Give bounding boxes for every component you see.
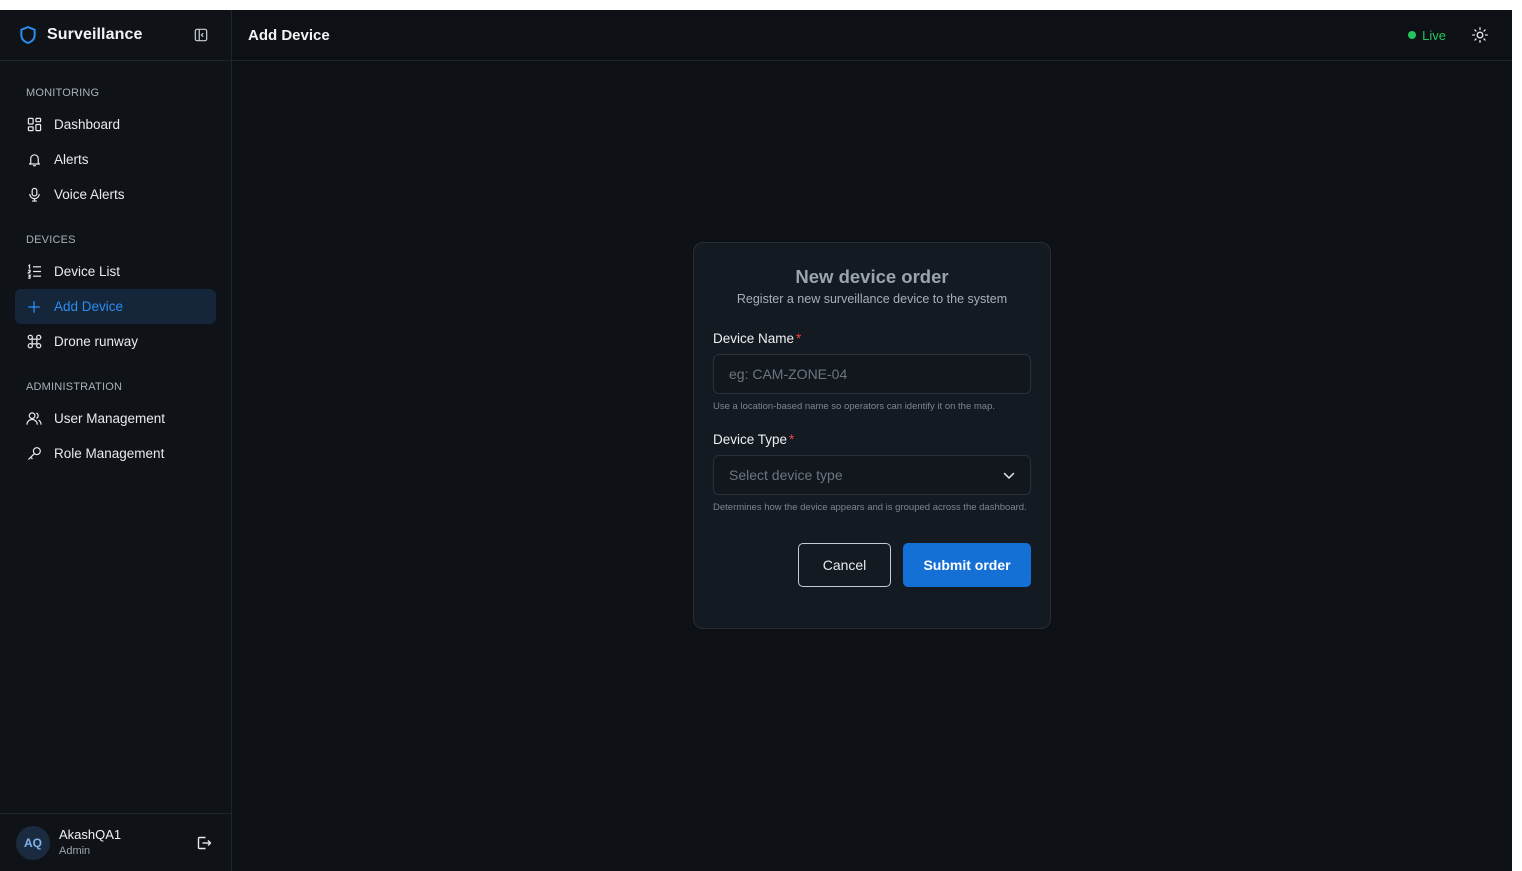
user-profile: AQ AkashQA1 Admin <box>0 813 231 871</box>
key-icon <box>26 446 42 462</box>
device-type-select[interactable]: Select device type <box>713 455 1031 495</box>
users-icon <box>26 411 42 427</box>
bell-icon <box>26 152 42 168</box>
sidebar-item-label: Role Management <box>54 446 165 461</box>
sidebar-item-device-list[interactable]: Device List <box>15 254 216 289</box>
device-type-label-text: Device Type <box>713 432 788 447</box>
sidebar-item-label: Voice Alerts <box>54 187 125 202</box>
form-actions: Cancel Submit order <box>713 543 1031 587</box>
chevron-down-icon <box>1003 467 1015 483</box>
drone-icon <box>26 334 42 350</box>
plus-icon <box>26 299 42 315</box>
form-title: New device order <box>795 266 949 287</box>
app-window: Surveillance MONITORING Dashboard Alerts <box>0 10 1512 871</box>
sidebar-collapse-icon[interactable] <box>192 26 210 44</box>
sun-theme-toggle-icon[interactable] <box>1470 25 1490 45</box>
device-name-input[interactable]: eg: CAM-ZONE-04 <box>713 354 1031 394</box>
required-marker: * <box>796 331 802 346</box>
main-area: Add Device Live New device order Registe… <box>232 10 1512 871</box>
form-subtitle: Register a new surveillance device to th… <box>736 292 1008 306</box>
sidebar-item-label: Alerts <box>54 152 89 167</box>
user-name: AkashQA1 <box>59 826 122 842</box>
sidebar-item-label: User Management <box>54 411 166 426</box>
top-bar: Add Device Live <box>232 10 1512 61</box>
device-name-placeholder: eg: CAM-ZONE-04 <box>729 366 848 382</box>
content-area: New device order Register a new surveill… <box>232 61 1512 871</box>
section-label-devices: DEVICES <box>26 234 76 246</box>
user-role: Admin <box>59 844 91 857</box>
sidebar-item-label: Dashboard <box>54 117 121 132</box>
list-icon <box>26 264 42 280</box>
sidebar-item-voice-alerts[interactable]: Voice Alerts <box>15 177 216 212</box>
dashboard-icon <box>26 117 42 133</box>
section-label-monitoring: MONITORING <box>26 87 100 99</box>
sidebar-item-alerts[interactable]: Alerts <box>15 142 216 177</box>
device-name-hint: Use a location-based name so operators c… <box>713 401 995 412</box>
device-type-hint: Determines how the device appears and is… <box>713 502 1027 513</box>
sidebar-nav: MONITORING Dashboard Alerts Voice Alerts <box>0 61 231 813</box>
device-name-label: Device Name * <box>713 330 1031 348</box>
sidebar-item-drone-runway[interactable]: Drone runway <box>15 324 216 359</box>
submit-order-button[interactable]: Submit order <box>903 543 1031 587</box>
sidebar-header: Surveillance <box>0 10 231 61</box>
status-dot-icon <box>1408 31 1417 39</box>
sidebar-item-user-management[interactable]: User Management <box>15 401 216 436</box>
microphone-icon <box>26 187 42 203</box>
device-type-placeholder: Select device type <box>729 467 843 483</box>
sidebar: Surveillance MONITORING Dashboard Alerts <box>0 10 232 871</box>
cancel-button[interactable]: Cancel <box>798 543 891 587</box>
required-marker: * <box>789 432 795 447</box>
section-label-administration: ADMINISTRATION <box>26 381 123 393</box>
live-status-label: Live <box>1422 27 1446 43</box>
sidebar-item-label: Drone runway <box>54 334 139 349</box>
user-info: AkashQA1 Admin <box>59 827 195 859</box>
app-title: Surveillance <box>47 26 143 43</box>
sidebar-item-dashboard[interactable]: Dashboard <box>15 107 216 142</box>
sidebar-item-add-device[interactable]: Add Device <box>15 289 216 324</box>
live-status-badge: Live <box>1408 28 1446 43</box>
sidebar-item-label: Add Device <box>54 299 124 314</box>
device-name-label-text: Device Name <box>713 331 795 346</box>
logout-icon[interactable] <box>195 834 213 852</box>
shield-logo-icon <box>17 24 39 46</box>
page-title: Add Device <box>248 26 330 44</box>
sidebar-item-label: Device List <box>54 264 121 279</box>
device-type-label: Device Type * <box>713 431 1031 449</box>
sidebar-item-role-management[interactable]: Role Management <box>15 436 216 471</box>
avatar[interactable]: AQ <box>16 825 50 860</box>
new-device-form-card: New device order Register a new surveill… <box>693 242 1051 629</box>
